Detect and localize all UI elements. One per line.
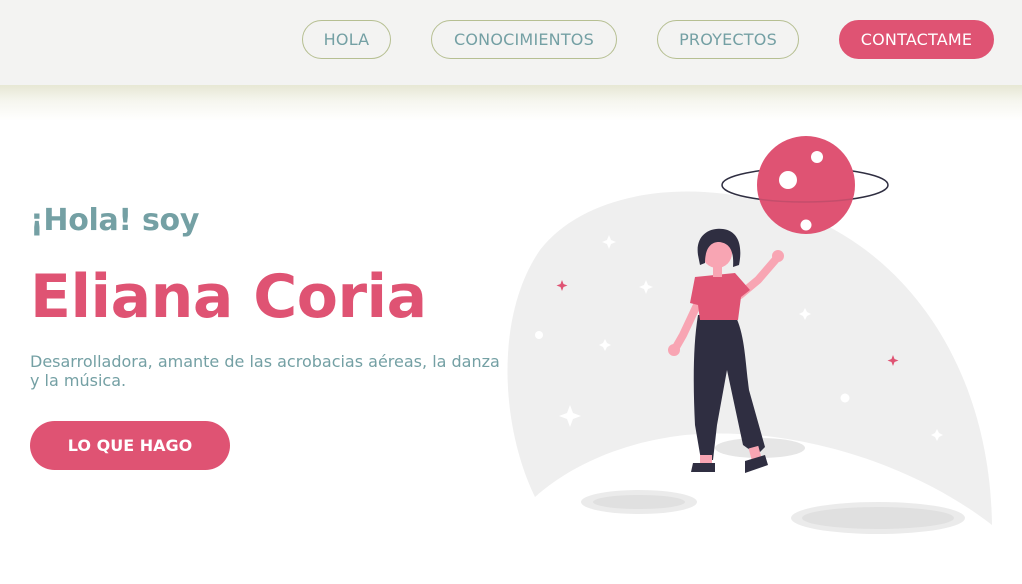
hero-greeting: ¡Hola! soy <box>30 203 200 238</box>
top-navbar: HOLA CONOCIMIENTOS PROYECTOS CONTACTAME <box>0 0 1022 85</box>
nav-proyectos-button[interactable]: PROYECTOS <box>657 20 799 59</box>
background-blob <box>507 191 992 525</box>
hero-name: Eliana Coria <box>30 262 427 332</box>
nav-conocimientos-button[interactable]: CONOCIMIENTOS <box>431 20 617 59</box>
hero-description: Desarrolladora, amante de las acrobacias… <box>30 352 500 390</box>
nav-hola-button[interactable]: HOLA <box>302 20 391 59</box>
lo-que-hago-button[interactable]: LO QUE HAGO <box>30 421 230 470</box>
navbar-shadow <box>0 85 1022 121</box>
astronaut-girl-illustration <box>507 136 992 534</box>
nav-contact-button[interactable]: CONTACTAME <box>839 20 994 59</box>
